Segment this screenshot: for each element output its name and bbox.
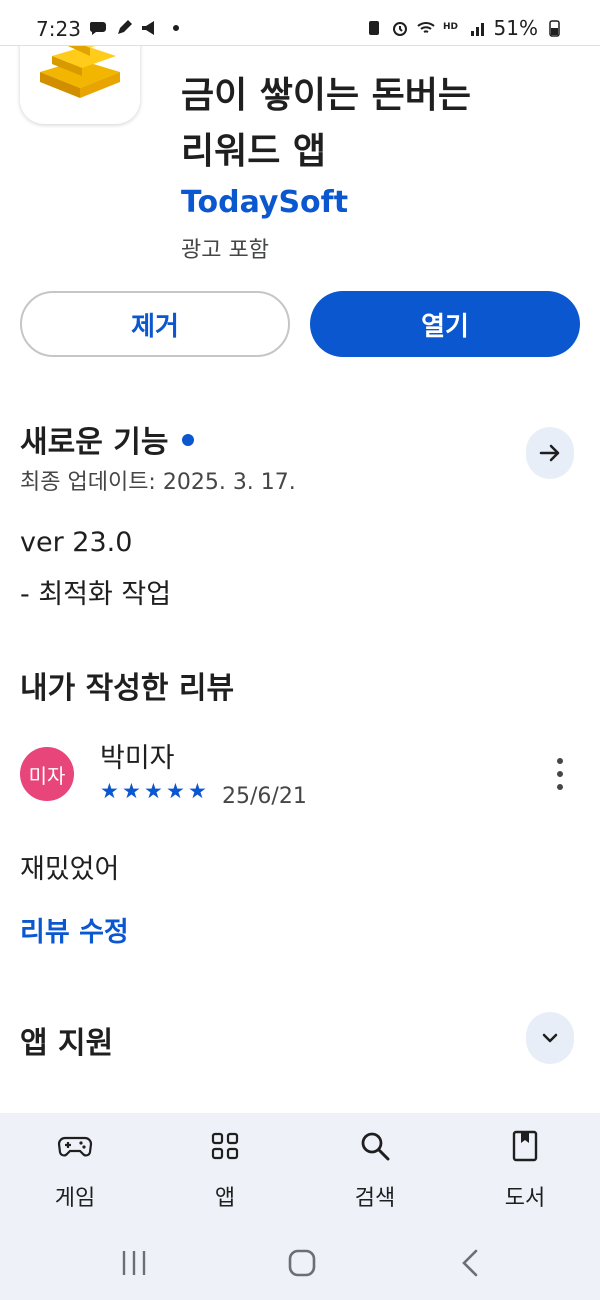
nav-label-search: 검색 (354, 1186, 396, 1211)
nav-item-search[interactable]: 검색 (300, 1113, 450, 1223)
chevron-down-icon (542, 1033, 558, 1043)
star-rating: ★ ★ ★ ★ ★ (100, 779, 208, 803)
alarm-icon (392, 22, 407, 36)
app-title-line-2: 리워드 앱 (181, 131, 327, 172)
book-icon (512, 1130, 538, 1162)
nav-label-books: 도서 (504, 1186, 546, 1211)
bottom-navigation: 게임 앱 검색 도서 (0, 1113, 600, 1300)
review-text: 재밌었어 (20, 854, 120, 885)
star-icon: ★ (166, 779, 185, 803)
home-icon[interactable] (286, 1247, 318, 1279)
pencil-icon (118, 20, 132, 34)
sim-icon (368, 21, 379, 35)
status-divider (0, 45, 600, 46)
avatar: 미자 (20, 747, 74, 801)
whats-new-title: 새로운 기능 (20, 425, 169, 460)
megaphone-icon (142, 21, 154, 35)
recent-apps-icon[interactable] (118, 1248, 150, 1278)
more-notifications-dot-icon (173, 25, 179, 31)
contains-ads-label: 광고 포함 (181, 238, 269, 263)
nav-label-games: 게임 (54, 1186, 96, 1211)
nav-item-games[interactable]: 게임 (0, 1113, 150, 1223)
chat-bubble-icon (89, 22, 106, 35)
battery-icon (549, 20, 560, 37)
app-title-line-1: 금이 쌓이는 돈버는 (181, 75, 472, 116)
system-icons: HD 51% (364, 16, 564, 40)
star-icon: ★ (188, 779, 207, 803)
signal-icon (470, 23, 484, 36)
nav-item-books[interactable]: 도서 (450, 1113, 600, 1223)
nav-label-apps: 앱 (214, 1186, 236, 1211)
star-icon: ★ (100, 779, 119, 803)
wifi-icon (416, 22, 435, 33)
open-button[interactable]: 열기 (310, 291, 580, 357)
whats-new-arrow-button[interactable] (526, 427, 574, 479)
whats-new-header[interactable]: 새로운 기능 (20, 417, 195, 461)
new-indicator-dot (182, 433, 195, 446)
system-navigation-bar (0, 1218, 600, 1300)
review-date: 25/6/21 (222, 784, 307, 809)
arrow-right-icon (539, 444, 560, 462)
status-bar: 7:23 HD 51% (0, 0, 600, 46)
notification-icons (88, 18, 186, 38)
star-icon: ★ (122, 779, 141, 803)
review-more-options-icon[interactable] (548, 758, 572, 790)
uninstall-button[interactable]: 제거 (20, 291, 290, 357)
app-title: 금이 쌓이는 돈버는 리워드 앱 (181, 68, 581, 180)
last-update-date: 최종 업데이트: 2025. 3. 17. (20, 470, 296, 495)
hd-voice-icon: HD (443, 22, 458, 32)
my-review-title: 내가 작성한 리뷰 (20, 671, 235, 706)
developer-link[interactable]: TodaySoft (181, 185, 348, 220)
back-icon[interactable] (458, 1247, 484, 1279)
edit-review-link[interactable]: 리뷰 수정 (20, 910, 129, 949)
status-time: 7:23 (36, 17, 81, 41)
reviewer-name: 박미자 (100, 743, 175, 774)
app-support-expand-button[interactable] (526, 1012, 574, 1064)
svg-text:HD: HD (443, 22, 458, 32)
nav-item-apps[interactable]: 앱 (150, 1113, 300, 1223)
gamepad-icon (57, 1136, 93, 1157)
update-notes: - 최적화 작업 (20, 579, 172, 610)
apps-grid-icon (211, 1132, 239, 1160)
version-text: ver 23.0 (20, 527, 133, 558)
star-icon: ★ (144, 779, 163, 803)
app-support-title[interactable]: 앱 지원 (20, 1018, 113, 1062)
search-icon (361, 1132, 390, 1161)
battery-percent: 51% (493, 16, 538, 40)
